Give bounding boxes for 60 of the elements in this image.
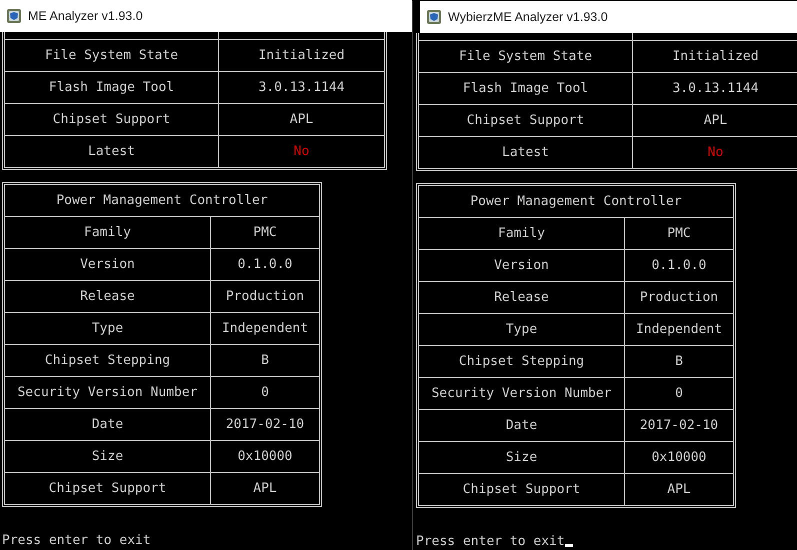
table-cell: Latest: [88, 144, 135, 159]
prompt-text: Press enter to exit: [2, 533, 151, 548]
table-cell: Production: [226, 289, 304, 304]
table-cell: Chipset Support: [466, 113, 584, 128]
table-cell: Date: [92, 417, 124, 432]
table-cell: APL: [290, 112, 314, 127]
table-cell: Chipset Stepping: [458, 354, 584, 369]
table-cell: 0.1.0.0: [238, 257, 292, 272]
table-cell: Family: [498, 226, 545, 241]
chip-icon: [426, 9, 442, 25]
table-cell: B: [675, 354, 683, 369]
table-cell: Production: [640, 290, 718, 305]
table-cell: PMC: [667, 226, 691, 241]
table-cell: 0: [261, 385, 269, 400]
table-cell: Flash Image Tool: [462, 81, 588, 96]
table-cell: APL: [704, 113, 728, 128]
table-cell: Flash Image Tool: [48, 80, 174, 95]
table-cell: 0: [675, 386, 683, 401]
table-cell: Release: [80, 289, 135, 304]
table-cell: Type: [92, 321, 124, 336]
table-cell: Chipset Support: [462, 482, 580, 497]
table-cell: Security Version Number: [431, 386, 612, 401]
table-title: Power Management Controller: [470, 194, 682, 209]
table-cell: 0x10000: [238, 449, 292, 464]
table-cell: 2017-02-10: [640, 418, 718, 433]
table-cell: Chipset Support: [48, 481, 166, 496]
table-cell: Chipset Stepping: [44, 353, 170, 368]
table-cell: Security Version Number: [17, 385, 198, 400]
table-cell: 2017-02-10: [226, 417, 304, 432]
table-cell: Size: [92, 449, 124, 464]
table-cell: APL: [253, 481, 277, 496]
table-cell: Version: [494, 258, 549, 273]
table-cell: Independent: [222, 321, 308, 336]
table-cell: Type: [506, 322, 538, 337]
table-cell: Version: [80, 257, 135, 272]
table-cell: Initialized: [258, 48, 345, 63]
table-cell: Latest: [502, 145, 549, 160]
table-cell: Size: [506, 450, 538, 465]
table-cell: No: [708, 145, 724, 160]
table-cell: B: [261, 353, 269, 368]
table-cell: File System State: [458, 49, 592, 64]
table-cell: PMC: [253, 225, 277, 240]
table-cell: 3.0.13.1144: [672, 81, 759, 96]
table-cell: File System State: [44, 48, 178, 63]
table-cell: Chipset Support: [52, 112, 170, 127]
table-cell: Release: [494, 290, 549, 305]
table-title: Power Management Controller: [56, 193, 268, 208]
table-cell: 0.1.0.0: [652, 258, 706, 273]
table-cell: APL: [667, 482, 691, 497]
table-cell: 0x10000: [652, 450, 706, 465]
prompt-text: Press enter to exit: [416, 534, 565, 549]
chip-icon: [6, 8, 22, 24]
window-title: ME Analyzer v1.93.0: [28, 9, 143, 23]
table-cell: No: [294, 144, 310, 159]
table-cell: Family: [84, 225, 131, 240]
table-cell: Date: [506, 418, 538, 433]
window-title: WybierzME Analyzer v1.93.0: [448, 10, 608, 24]
table-cell: Independent: [636, 322, 722, 337]
table-cell: 3.0.13.1144: [258, 80, 345, 95]
table-cell: Initialized: [672, 49, 759, 64]
